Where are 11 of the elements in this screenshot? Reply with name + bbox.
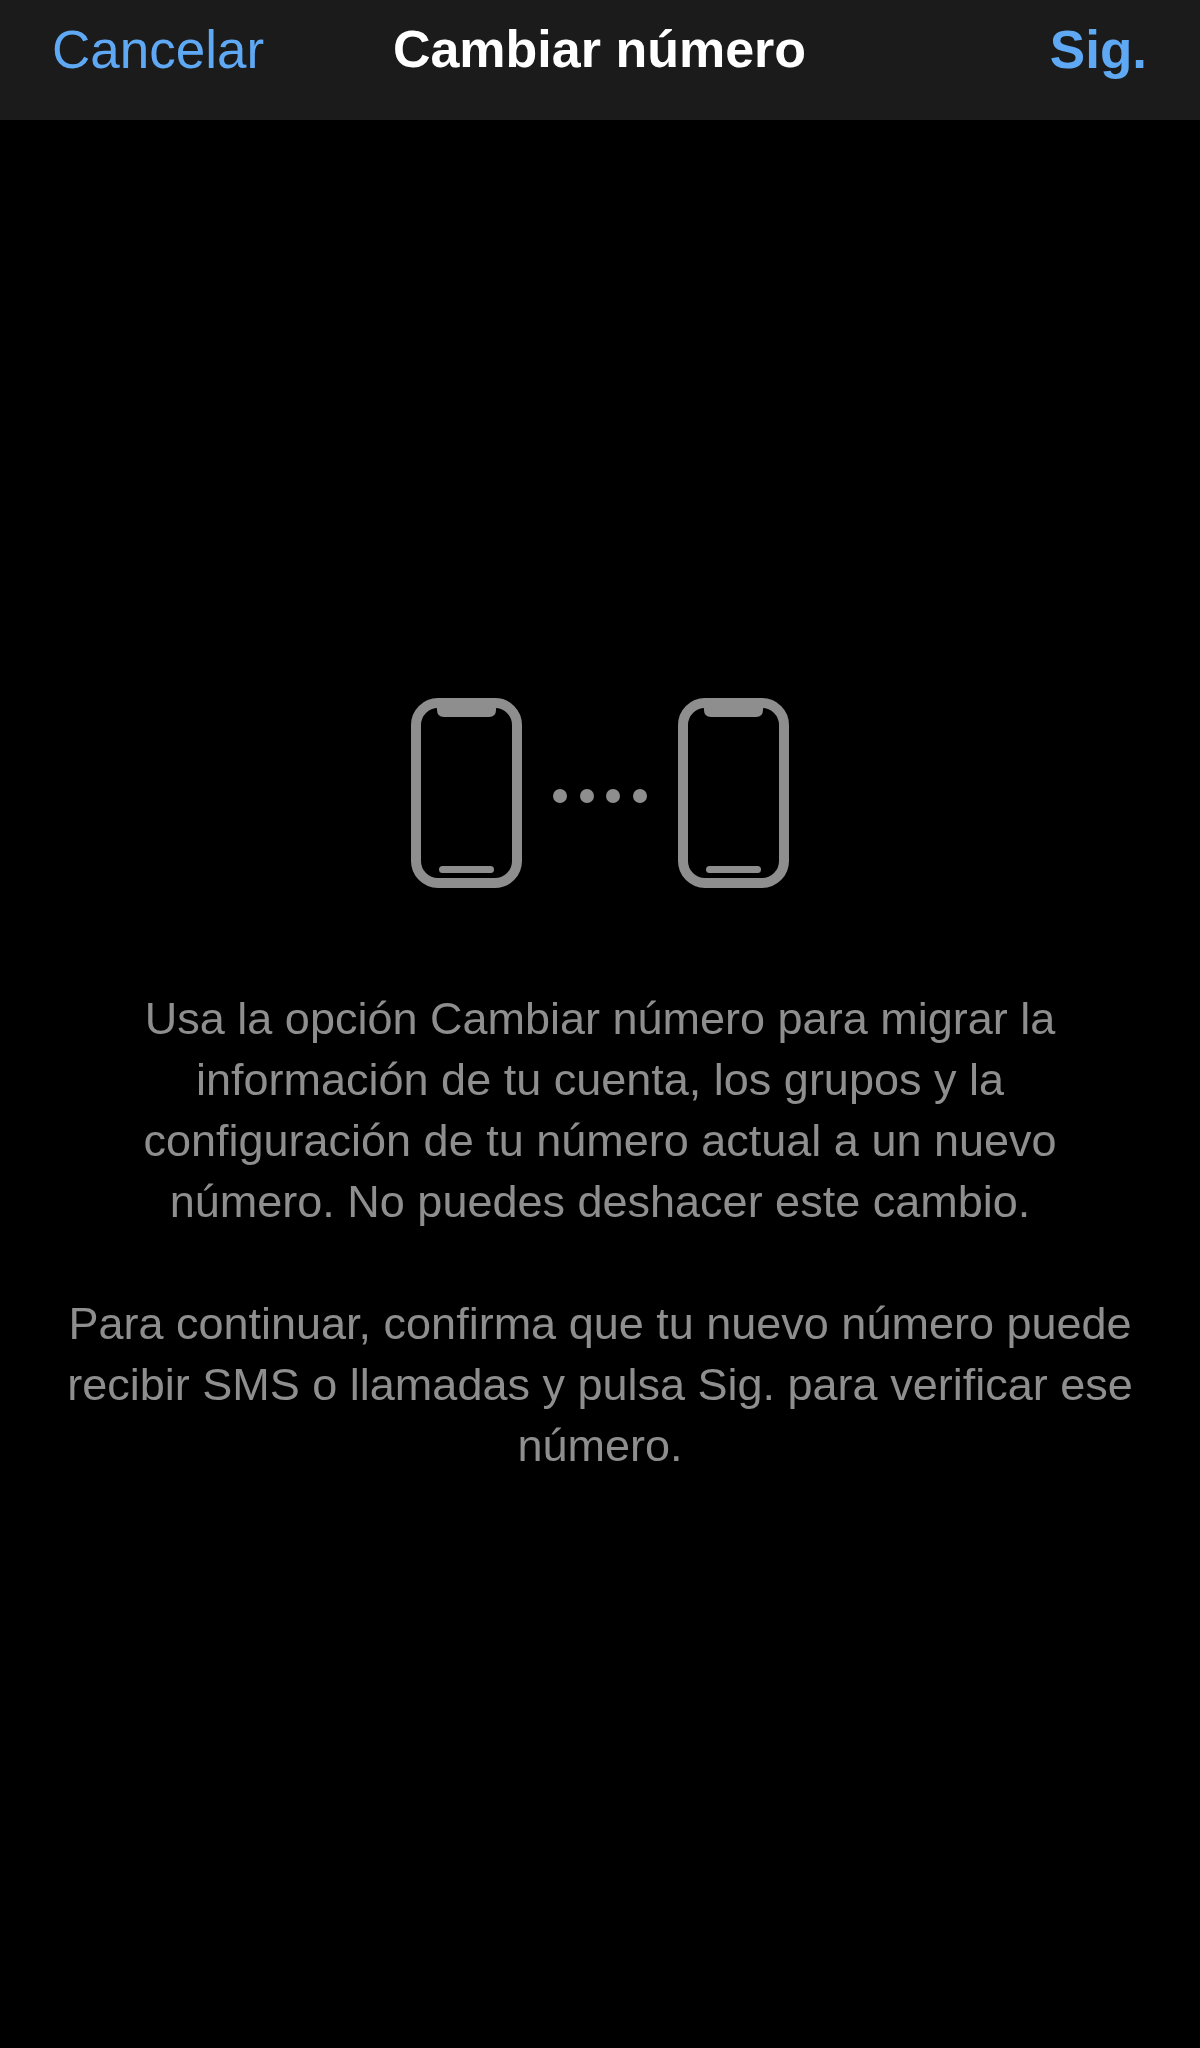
screen-title: Cambiar número xyxy=(392,20,807,80)
dot-icon xyxy=(606,789,621,803)
phone-icon xyxy=(411,698,523,888)
phone-icon xyxy=(677,698,789,888)
dot-icon xyxy=(553,789,568,803)
dot-icon xyxy=(632,789,647,803)
info-paragraph: Usa la opción Cambiar número para migrar la información de tu cuenta, los grupos y la configuración de tu número actual a un nuevo número. No puedes deshacer este cambio. xyxy=(142,992,1058,1229)
cancel-button[interactable]: Cancelar xyxy=(52,19,265,81)
next-button[interactable]: Sig. xyxy=(1049,19,1147,81)
info-paragraph: Para continuar, confirma que tu nuevo número puede recibir SMS o llamadas y pulsa Sig. para verificar ese número. xyxy=(66,1297,1134,1473)
dot-icon xyxy=(579,789,594,803)
